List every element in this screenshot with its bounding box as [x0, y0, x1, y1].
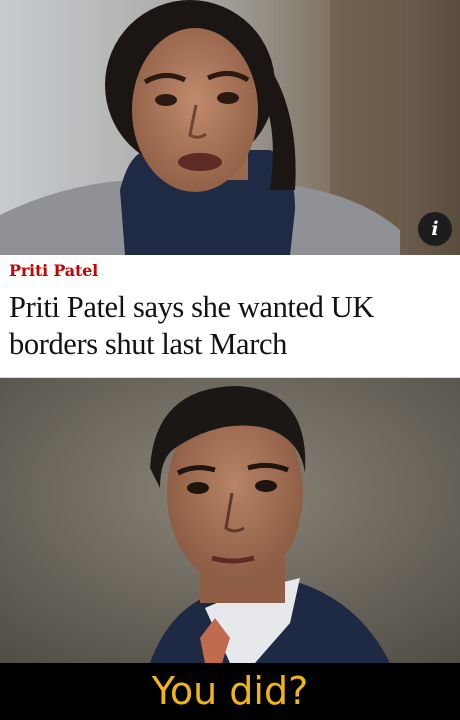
article-card[interactable]: Priti Patel Priti Patel says she wanted … — [0, 255, 460, 378]
meme-caption: You did? — [151, 669, 309, 713]
article-kicker[interactable]: Priti Patel — [9, 261, 98, 280]
article-headline[interactable]: Priti Patel says she wanted UK borders s… — [9, 289, 454, 363]
info-icon: i — [431, 218, 439, 240]
top-photo: i — [0, 0, 460, 255]
top-photo-illustration — [0, 0, 460, 255]
bottom-photo — [0, 378, 460, 663]
info-button[interactable]: i — [418, 212, 452, 246]
bottom-photo-illustration — [0, 378, 460, 663]
caption-bar: You did? — [0, 663, 460, 720]
